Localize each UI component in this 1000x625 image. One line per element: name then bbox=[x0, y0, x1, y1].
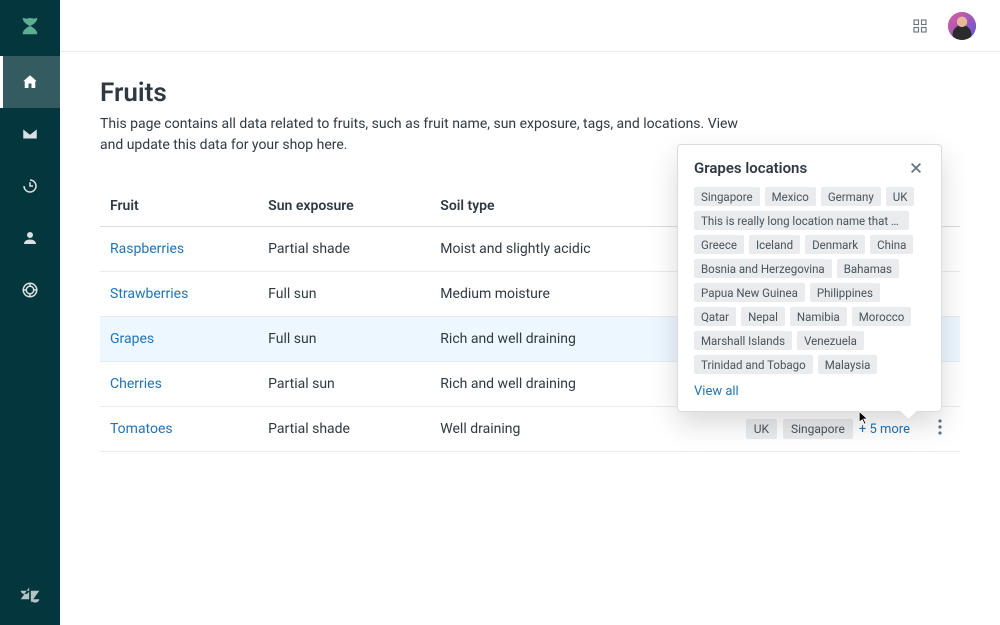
row-actions-icon[interactable] bbox=[930, 419, 950, 439]
cell-soil: Well draining bbox=[430, 407, 660, 452]
cell-soil: Moist and slightly acidic bbox=[430, 227, 660, 272]
location-tag: Trinidad and Tobago bbox=[694, 355, 813, 374]
view-all-link[interactable]: View all bbox=[694, 384, 925, 399]
nav-zendesk-icon[interactable] bbox=[0, 575, 60, 615]
page-title: Fruits bbox=[100, 78, 960, 108]
th-soil: Soil type bbox=[430, 186, 660, 227]
location-tag: Iceland bbox=[749, 235, 800, 254]
location-tag: Singapore bbox=[783, 419, 853, 439]
location-tag: Venezuela bbox=[797, 331, 864, 350]
location-tag: Bahamas bbox=[837, 259, 899, 278]
location-tag: UK bbox=[886, 187, 915, 206]
nav-home[interactable] bbox=[0, 56, 60, 108]
th-sun: Sun exposure bbox=[258, 186, 430, 227]
cell-sun: Full sun bbox=[258, 272, 430, 317]
location-tag: Denmark bbox=[805, 235, 865, 254]
location-tag: China bbox=[870, 235, 913, 254]
sidebar-nav bbox=[0, 0, 60, 625]
location-tag: Germany bbox=[821, 187, 881, 206]
fruit-link[interactable]: Grapes bbox=[110, 331, 154, 347]
page-content: Fruits This page contains all data relat… bbox=[60, 52, 1000, 625]
topbar bbox=[60, 0, 1000, 52]
location-tag: Philippines bbox=[810, 283, 880, 302]
location-tag: Marshall Islands bbox=[694, 331, 792, 350]
location-tag: Nepal bbox=[741, 307, 785, 326]
fruit-link[interactable]: Cherries bbox=[110, 376, 162, 392]
location-tag: Malaysia bbox=[818, 355, 878, 374]
fruit-link[interactable]: Tomatoes bbox=[110, 421, 173, 437]
location-tag: This is really long location name that r… bbox=[694, 211, 909, 230]
nav-inbox[interactable] bbox=[0, 108, 60, 160]
cell-locations: UK Singapore + 5 more bbox=[661, 407, 920, 452]
cell-sun: Partial shade bbox=[258, 227, 430, 272]
location-tag: Qatar bbox=[694, 307, 736, 326]
popover-tags: Singapore Mexico Germany UK This is really l… bbox=[694, 187, 925, 374]
cell-sun: Partial shade bbox=[258, 407, 430, 452]
location-tag: Morocco bbox=[852, 307, 912, 326]
cell-soil: Rich and well draining bbox=[430, 317, 660, 362]
popover-title: Grapes locations bbox=[694, 159, 807, 177]
cell-soil: Rich and well draining bbox=[430, 362, 660, 407]
nav-history[interactable] bbox=[0, 160, 60, 212]
location-tag: UK bbox=[746, 419, 777, 439]
fruit-link[interactable]: Strawberries bbox=[110, 286, 188, 302]
nav-users[interactable] bbox=[0, 212, 60, 264]
close-icon[interactable] bbox=[909, 160, 925, 176]
location-tag: Papua New Guinea bbox=[694, 283, 805, 302]
cell-soil: Medium moisture bbox=[430, 272, 660, 317]
page-description: This page contains all data related to f… bbox=[100, 114, 740, 156]
nav-help[interactable] bbox=[0, 264, 60, 316]
location-tag: Greece bbox=[694, 235, 744, 254]
brand-logo bbox=[0, 0, 60, 52]
cell-sun: Partial sun bbox=[258, 362, 430, 407]
th-fruit: Fruit bbox=[100, 186, 258, 227]
location-tag: Bosnia and Herzegovina bbox=[694, 259, 832, 278]
fruit-link[interactable]: Raspberries bbox=[110, 241, 184, 257]
more-locations-link[interactable]: + 5 more bbox=[859, 422, 910, 437]
locations-popover: Grapes locations Singapore Mexico Germany U… bbox=[677, 144, 942, 412]
location-tag: Namibia bbox=[790, 307, 847, 326]
apps-grid-icon[interactable] bbox=[910, 16, 930, 36]
cell-sun: Full sun bbox=[258, 317, 430, 362]
location-tag: Mexico bbox=[765, 187, 816, 206]
main-area: Fruits This page contains all data relat… bbox=[60, 0, 1000, 625]
user-avatar[interactable] bbox=[948, 12, 976, 40]
location-tag: Singapore bbox=[694, 187, 760, 206]
table-row: Tomatoes Partial shadeWell draining UK Sing… bbox=[100, 407, 960, 452]
